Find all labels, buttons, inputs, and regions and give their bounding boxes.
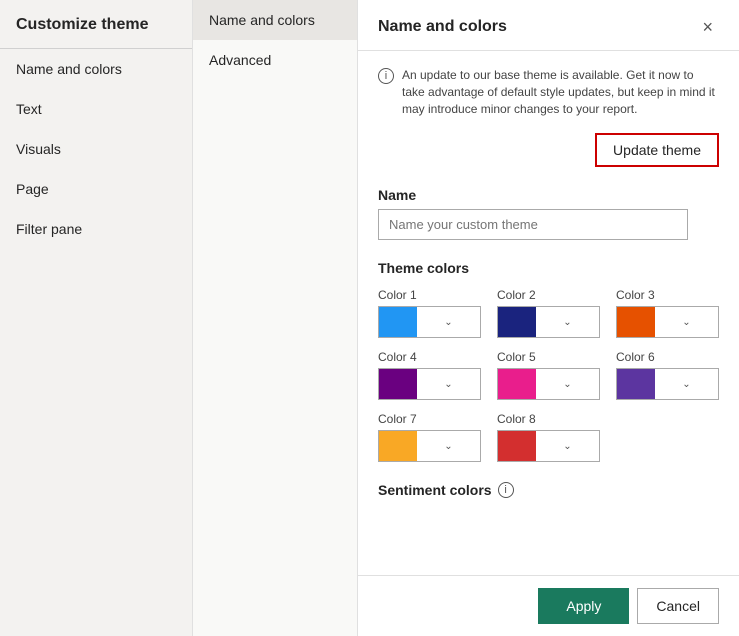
sidebar-item-page[interactable]: Page xyxy=(0,169,192,209)
sidebar-item-text[interactable]: Text xyxy=(0,89,192,129)
tab-name-and-colors[interactable]: Name and colors xyxy=(193,0,357,40)
sidebar-item-visuals[interactable]: Visuals xyxy=(0,129,192,169)
info-icon: i xyxy=(378,68,394,84)
color-2-chevron-icon: ⌄ xyxy=(536,317,599,328)
color-3-dropdown[interactable]: ⌄ xyxy=(616,306,719,338)
name-field-label: Name xyxy=(378,187,719,203)
color-2-label: Color 2 xyxy=(497,288,600,302)
main-title: Name and colors xyxy=(378,18,507,36)
tab-panel: Name and colors Advanced xyxy=(193,0,358,636)
sidebar-left: Customize theme Name and colors Text Vis… xyxy=(0,0,193,636)
color-item-5: Color 5 ⌄ xyxy=(497,350,600,400)
color-item-3: Color 3 ⌄ xyxy=(616,288,719,338)
color-item-8: Color 8 ⌄ xyxy=(497,412,600,462)
main-header: Name and colors × xyxy=(358,0,739,51)
color-7-label: Color 7 xyxy=(378,412,481,426)
main-footer: Apply Cancel xyxy=(358,575,739,636)
color-6-label: Color 6 xyxy=(616,350,719,364)
color-item-7: Color 7 ⌄ xyxy=(378,412,481,462)
main-content: Name and colors × i An update to our bas… xyxy=(358,0,739,636)
cancel-button[interactable]: Cancel xyxy=(637,588,719,624)
sidebar-title: Customize theme xyxy=(0,0,192,49)
colors-grid: Color 1 ⌄ Color 2 ⌄ Color 3 ⌄ xyxy=(378,288,719,462)
color-2-swatch xyxy=(498,307,536,337)
color-4-label: Color 4 xyxy=(378,350,481,364)
color-4-swatch xyxy=(379,369,417,399)
update-theme-button[interactable]: Update theme xyxy=(595,133,719,167)
color-3-chevron-icon: ⌄ xyxy=(655,317,718,328)
color-2-dropdown[interactable]: ⌄ xyxy=(497,306,600,338)
main-body: i An update to our base theme is availab… xyxy=(358,51,739,575)
color-5-label: Color 5 xyxy=(497,350,600,364)
theme-colors-title: Theme colors xyxy=(378,260,719,276)
color-7-dropdown[interactable]: ⌄ xyxy=(378,430,481,462)
color-8-swatch xyxy=(498,431,536,461)
apply-button[interactable]: Apply xyxy=(538,588,629,624)
info-text: An update to our base theme is available… xyxy=(402,67,719,117)
color-5-dropdown[interactable]: ⌄ xyxy=(497,368,600,400)
sentiment-colors-row: Sentiment colors i xyxy=(378,482,719,498)
color-8-dropdown[interactable]: ⌄ xyxy=(497,430,600,462)
color-8-label: Color 8 xyxy=(497,412,600,426)
theme-name-input[interactable] xyxy=(378,209,688,240)
color-1-dropdown[interactable]: ⌄ xyxy=(378,306,481,338)
color-item-2: Color 2 ⌄ xyxy=(497,288,600,338)
color-1-label: Color 1 xyxy=(378,288,481,302)
color-7-chevron-icon: ⌄ xyxy=(417,441,480,452)
tab-advanced[interactable]: Advanced xyxy=(193,40,357,80)
close-button[interactable]: × xyxy=(696,16,719,38)
sentiment-info-icon[interactable]: i xyxy=(498,482,514,498)
color-item-1: Color 1 ⌄ xyxy=(378,288,481,338)
color-3-label: Color 3 xyxy=(616,288,719,302)
color-8-chevron-icon: ⌄ xyxy=(536,441,599,452)
info-banner: i An update to our base theme is availab… xyxy=(378,67,719,117)
color-6-chevron-icon: ⌄ xyxy=(655,379,718,390)
color-7-swatch xyxy=(379,431,417,461)
color-6-dropdown[interactable]: ⌄ xyxy=(616,368,719,400)
color-1-swatch xyxy=(379,307,417,337)
color-item-6: Color 6 ⌄ xyxy=(616,350,719,400)
color-4-chevron-icon: ⌄ xyxy=(417,379,480,390)
color-5-swatch xyxy=(498,369,536,399)
sidebar-item-filter-pane[interactable]: Filter pane xyxy=(0,209,192,249)
color-6-swatch xyxy=(617,369,655,399)
sentiment-label: Sentiment colors xyxy=(378,482,492,498)
color-5-chevron-icon: ⌄ xyxy=(536,379,599,390)
color-4-dropdown[interactable]: ⌄ xyxy=(378,368,481,400)
color-1-chevron-icon: ⌄ xyxy=(417,317,480,328)
sidebar-item-name-and-colors[interactable]: Name and colors xyxy=(0,49,192,89)
color-3-swatch xyxy=(617,307,655,337)
color-item-4: Color 4 ⌄ xyxy=(378,350,481,400)
